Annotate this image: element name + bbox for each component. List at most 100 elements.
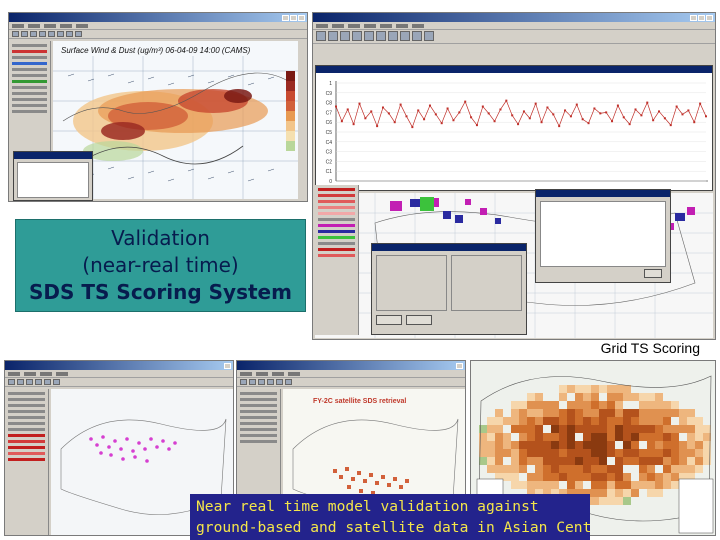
grid-cell [575,425,583,433]
menu-bar[interactable] [237,370,465,378]
grid-cell [527,457,535,465]
data-point [464,100,467,103]
minimize-icon[interactable] [282,14,289,21]
grid-cell [663,449,671,457]
data-point [593,107,596,110]
map-title: Surface Wind & Dust (ug/m³) 06-04-09 14:… [61,46,251,55]
grid-cell [527,449,535,457]
grid-cell [695,425,703,433]
grid-cell [543,433,551,441]
grid-cell [615,433,623,441]
ok-button[interactable] [376,315,402,325]
grid-cell [599,497,607,505]
grid-cell [567,449,575,457]
grid-cell [655,417,663,425]
grid-cell [679,425,687,433]
y-tick-label: C9 [326,91,333,97]
grid-cell [503,473,511,481]
grid-cell [671,481,679,489]
grid-cell [639,449,647,457]
grid-cell [607,441,615,449]
minimize-icon[interactable] [690,14,697,21]
toolbar[interactable] [9,30,307,39]
grid-cell [631,481,639,489]
menu-bar[interactable] [9,22,307,30]
grid-cell [575,481,583,489]
grid-cell [583,457,591,465]
grid-cell [575,449,583,457]
data-point [699,102,702,105]
grid-cell [495,449,503,457]
grid-cell [623,497,631,505]
menu-bar[interactable] [5,370,233,378]
toolbar[interactable] [5,378,233,387]
grid-cell [591,497,599,505]
grid-cell [647,401,655,409]
maximize-icon[interactable] [290,14,297,21]
grid-cell [495,465,503,473]
grid-cell [655,433,663,441]
score-settings-dialog[interactable] [371,243,527,335]
layer-panel[interactable] [5,389,49,535]
banner-line-2: ground-based and satellite data in Asian… [196,519,590,536]
data-point [693,121,696,124]
grid-cell [535,401,543,409]
data-point [505,99,508,102]
grid-cell [543,473,551,481]
grid-cell [543,441,551,449]
ts-chart-window[interactable]: 0 C1 C2 C3 C4 C5 C6 C7 C8 C9 1 [315,65,713,191]
grid-cell [591,441,599,449]
grid-cell [655,489,663,497]
grid-cell [599,465,607,473]
grid-cell [687,425,695,433]
close-icon[interactable] [706,14,713,21]
close-icon[interactable] [298,14,305,21]
station-dialog[interactable] [13,151,93,201]
grid-cell [519,401,527,409]
toolbar[interactable] [237,378,465,387]
maximize-icon[interactable] [698,14,705,21]
grid-cell [599,385,607,393]
grid-cell [511,481,519,489]
grid-cell [575,441,583,449]
grid-cell [623,457,631,465]
grid-cell [575,457,583,465]
grid-cell [567,473,575,481]
result-ok-button[interactable] [644,269,662,278]
toolbar[interactable] [313,30,715,44]
grid-cell [615,385,623,393]
grid-cell [663,473,671,481]
grid-cell [559,433,567,441]
data-point [658,110,661,113]
grid-cell [487,417,495,425]
ts-score-chart: 0C1C2C3C4C5C6C7C8C91 [326,81,708,185]
ts-legend-panel[interactable] [315,185,359,335]
grid-cell [543,449,551,457]
menu-bar[interactable] [313,22,715,30]
grid-cell [527,409,535,417]
grid-cell [695,433,703,441]
grid-cell [615,393,623,401]
grid-cell [607,409,615,417]
grid-cell [655,401,663,409]
close-icon[interactable] [224,362,231,369]
grid-cell [575,385,583,393]
grid-cell [639,465,647,473]
data-point [605,111,608,114]
grid-cell [559,441,567,449]
score-result-dialog[interactable] [535,189,671,283]
grid-cell [671,473,679,481]
grid-cell [607,425,615,433]
grid-cell [655,449,663,457]
grid-cell [535,433,543,441]
cancel-button[interactable] [406,315,432,325]
grid-cell [663,465,671,473]
grid-cell [615,489,623,497]
grid-cell [527,481,535,489]
grid-ts-scoring-label: Grid TS Scoring [600,340,700,356]
data-point [581,118,584,121]
grid-cell [551,417,559,425]
grid-cell [487,465,495,473]
close-icon[interactable] [456,362,463,369]
grid-cell [687,441,695,449]
